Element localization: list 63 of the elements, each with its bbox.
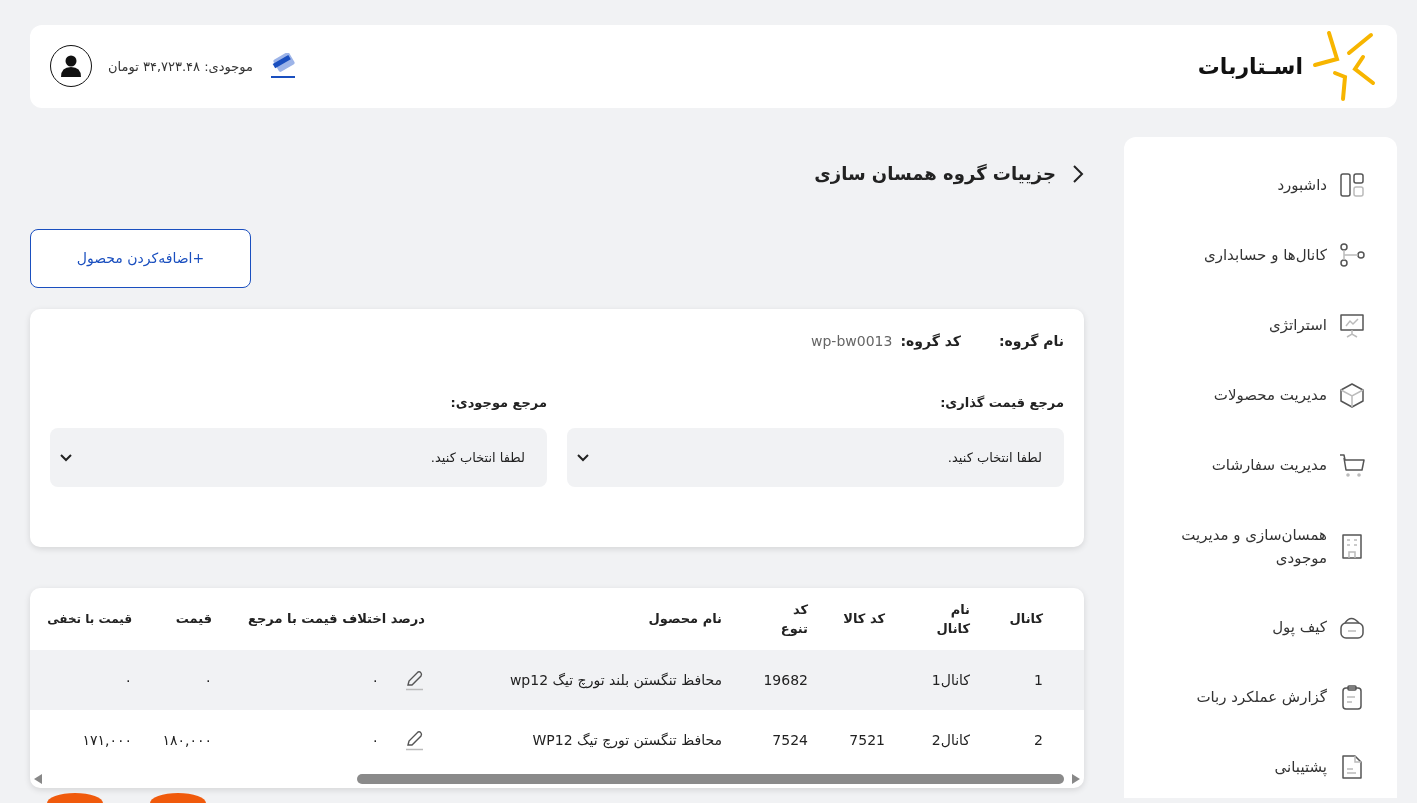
balance-text: موجودی: ۳۴,۷۲۳.۴۸ تومان (108, 57, 253, 76)
wallet-card-icon[interactable] (269, 53, 297, 80)
edit-pencil-icon[interactable] (403, 729, 425, 751)
round-button[interactable] (150, 793, 206, 803)
table-cell: 19682 (763, 671, 808, 688)
table-cell: 7524 (772, 731, 808, 748)
group-code-value: wp-bw0013 (811, 332, 893, 351)
back-chevron-icon[interactable] (1072, 163, 1084, 184)
select-label: مرجع موجودی: (449, 393, 547, 412)
cart-icon (1339, 452, 1365, 479)
table-cell: کانال2 (931, 731, 970, 748)
branch-icon (1339, 242, 1365, 269)
cube-icon (1339, 382, 1365, 409)
sidebar-item[interactable]: پشتیبانی (1274, 756, 1327, 779)
scrollbar-thumb[interactable] (356, 774, 1065, 784)
round-button[interactable] (47, 793, 103, 803)
page-title: جزییات گروه همسان سازی (814, 162, 1056, 187)
clipboard-icon (1339, 684, 1365, 711)
sidebar-item[interactable]: کانال‌ها و حسابداری (1203, 244, 1327, 267)
table-cell-text: ۰ (371, 670, 379, 690)
table-cell: ۱۸۰,۰۰۰ (162, 731, 212, 748)
column-header: قیمت (175, 611, 212, 627)
group-code-label: کد گروه: (900, 332, 961, 352)
column-header: درصد اختلاف قیمت با مرجع (248, 611, 425, 627)
scroll-right-arrow-icon[interactable] (1072, 774, 1080, 784)
column-header: کد کالا (843, 610, 885, 629)
table-cell: 7521 (849, 731, 885, 748)
sidebar-item[interactable]: مدیریت محصولات (1213, 384, 1327, 407)
table-cell: محافظ تنگستن تورچ تیگ WP12 (532, 731, 722, 748)
chevron-down-icon (60, 453, 72, 462)
select-field[interactable]: لطفا انتخاب کنید. (567, 428, 1064, 487)
select-field[interactable]: لطفا انتخاب کنید. (50, 428, 547, 487)
column-header: نام کانال (935, 600, 970, 638)
sidebar-item[interactable]: همسان‌سازی و مدیریت موجودی (1147, 524, 1327, 569)
scroll-left-arrow-icon[interactable] (34, 774, 42, 784)
table-cell: کانال1 (931, 671, 970, 688)
add-product-button[interactable]: +اضافه‌کردن محصول (30, 228, 251, 288)
table-cell-text: ۰ (371, 730, 379, 750)
dashboard-icon (1339, 172, 1365, 199)
sidebar-item[interactable]: استراتژی (1269, 314, 1327, 337)
presentation-chart-icon (1339, 312, 1365, 339)
sidebar-item[interactable]: مدیریت سفارشات (1211, 454, 1327, 477)
building-icon (1339, 533, 1365, 560)
table-cell: 1 (1034, 671, 1043, 688)
table-cell: ۱۷۱,۰۰۰ (82, 731, 132, 748)
column-header: کد تنوع (779, 600, 808, 638)
column-header: کانال (1009, 611, 1043, 627)
sidebar-item[interactable]: گزارش عملکرد ربات (1196, 686, 1327, 709)
column-header: قیمت با تخفی (47, 612, 132, 627)
column-header: نام محصول (648, 611, 722, 627)
logo-text: اسـتاربات (1197, 52, 1303, 81)
edit-pencil-icon[interactable] (403, 669, 425, 691)
document-icon (1339, 754, 1365, 781)
select-label: مرجع قیمت گذاری: (939, 393, 1064, 412)
table-cell: 2 (1034, 731, 1043, 748)
chevron-down-icon (577, 453, 589, 462)
sidebar-item[interactable]: داشبورد (1277, 174, 1327, 197)
table-cell: محافظ تنگستن بلند تورچ تیگ wp12 (509, 671, 722, 688)
sidebar-item[interactable]: کیف پول (1272, 616, 1327, 639)
logo-icon (1311, 29, 1377, 104)
table-cell: ۰ (124, 671, 132, 688)
table-cell: ۰ (204, 671, 212, 688)
group-name-label: نام گروه: (998, 332, 1064, 352)
